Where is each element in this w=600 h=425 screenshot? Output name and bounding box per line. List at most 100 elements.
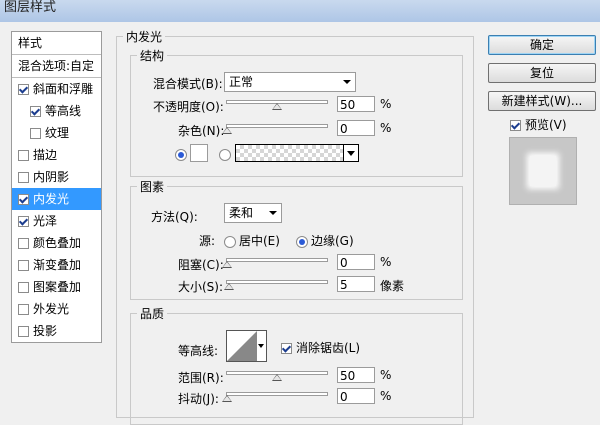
style-list-item-label: 纹理 — [45, 126, 70, 140]
noise-slider-thumb[interactable] — [222, 127, 232, 134]
opacity-percent: % — [380, 97, 392, 111]
jitter-slider-thumb[interactable] — [222, 395, 232, 402]
quality-title: 品质 — [137, 305, 168, 322]
choke-slider[interactable] — [222, 258, 328, 268]
noise-slider[interactable] — [222, 124, 328, 134]
antialias-label: 消除锯齿(L) — [296, 341, 361, 355]
style-list-item-label: 光泽 — [33, 214, 58, 228]
method-label: 方法(Q): — [151, 210, 198, 224]
style-list-item[interactable]: 光泽 — [12, 210, 101, 232]
color-radio[interactable] — [175, 149, 187, 161]
glow-color-swatch[interactable] — [190, 144, 208, 162]
contour-label: 等高线: — [178, 344, 219, 358]
chevron-down-icon — [258, 344, 264, 348]
style-list-item-label: 等高线 — [45, 104, 82, 118]
preview-option[interactable]: 预览(V) — [510, 116, 567, 133]
chevron-down-icon — [347, 151, 355, 156]
size-label: 大小(S): — [178, 280, 224, 294]
style-checkbox[interactable] — [18, 282, 29, 293]
source-center-radio[interactable] — [224, 235, 236, 248]
style-list-item[interactable]: 外发光 — [12, 298, 101, 320]
panel-title: 内发光 — [123, 28, 166, 45]
style-list-item[interactable]: 描边 — [12, 144, 101, 166]
new-style-button[interactable]: 新建样式(W)... — [488, 91, 596, 111]
style-list-item[interactable]: 颜色叠加 — [12, 232, 101, 254]
style-list-header[interactable]: 样式 — [12, 32, 101, 55]
noise-input[interactable]: 0 — [337, 120, 375, 136]
size-slider[interactable] — [224, 280, 328, 290]
style-checkbox[interactable] — [18, 84, 29, 95]
style-list: 样式 混合选项:自定 斜面和浮雕等高线纹理描边内阴影内发光光泽颜色叠加渐变叠加图… — [11, 31, 102, 343]
size-unit: 像素 — [380, 279, 405, 293]
range-slider-thumb[interactable] — [272, 374, 282, 381]
style-checkbox[interactable] — [18, 216, 29, 227]
style-checkbox[interactable] — [18, 150, 29, 161]
preview-shape — [530, 156, 556, 186]
ok-button[interactable]: 确定 — [488, 35, 596, 55]
jitter-label: 抖动(J): — [178, 392, 219, 406]
source-edge-label: 边缘(G) — [311, 234, 354, 248]
source-label: 源: — [199, 234, 216, 248]
style-checkbox[interactable] — [18, 172, 29, 183]
contour-icon — [227, 331, 257, 361]
choke-slider-thumb[interactable] — [222, 261, 232, 268]
opacity-slider-thumb[interactable] — [272, 103, 282, 110]
blend-mode-select[interactable]: 正常 — [224, 72, 356, 92]
opacity-label: 不透明度(O): — [153, 100, 224, 114]
style-checkbox[interactable] — [18, 304, 29, 315]
style-list-item[interactable]: 投影 — [12, 320, 101, 342]
source-edge-option[interactable]: 边缘(G) — [296, 232, 354, 249]
chevron-down-icon — [343, 80, 351, 84]
size-slider-thumb[interactable] — [224, 283, 234, 290]
gradient-radio[interactable] — [219, 149, 231, 161]
style-list-blend-options[interactable]: 混合选项:自定 — [12, 55, 101, 78]
style-list-item[interactable]: 内阴影 — [12, 166, 101, 188]
elements-title: 图素 — [137, 178, 168, 195]
choke-percent: % — [380, 255, 392, 269]
jitter-input[interactable]: 0 — [337, 388, 375, 404]
title-bar[interactable]: 图层样式 — [0, 0, 600, 22]
choke-input[interactable]: 0 — [337, 254, 375, 270]
style-list-item-label: 颜色叠加 — [33, 236, 82, 250]
range-input[interactable]: 50 — [337, 367, 375, 383]
range-slider[interactable] — [226, 371, 328, 381]
opacity-slider[interactable] — [226, 100, 328, 110]
reset-button[interactable]: 复位 — [488, 63, 596, 83]
style-checkbox[interactable] — [30, 128, 41, 139]
source-center-option[interactable]: 居中(E) — [224, 232, 280, 249]
blend-options-label: 混合选项:自定 — [18, 59, 95, 73]
style-list-item[interactable]: 等高线 — [12, 100, 101, 122]
style-checkbox[interactable] — [30, 106, 41, 117]
antialias-option[interactable]: 消除锯齿(L) — [281, 339, 360, 356]
style-list-item[interactable]: 斜面和浮雕 — [12, 78, 101, 100]
antialias-checkbox[interactable] — [281, 343, 292, 354]
method-select[interactable]: 柔和 — [224, 203, 282, 223]
style-checkbox[interactable] — [18, 238, 29, 249]
style-list-item-label: 斜面和浮雕 — [33, 82, 94, 96]
source-center-label: 居中(E) — [239, 234, 280, 248]
range-percent: % — [380, 368, 392, 382]
style-list-item-label: 外发光 — [33, 302, 70, 316]
style-preview-thumbnail — [509, 137, 577, 205]
style-list-item[interactable]: 纹理 — [12, 122, 101, 144]
style-list-item[interactable]: 图案叠加 — [12, 276, 101, 298]
structure-group: 结构 混合模式(B): 正常 不透明度(O): 50 % 杂色(N): 0 % — [130, 47, 463, 177]
style-list-item-label: 内阴影 — [33, 170, 70, 184]
gradient-picker[interactable] — [235, 144, 359, 162]
preview-checkbox[interactable] — [510, 120, 521, 131]
style-list-item[interactable]: 内发光 — [12, 188, 101, 210]
style-items: 斜面和浮雕等高线纹理描边内阴影内发光光泽颜色叠加渐变叠加 图案叠加外发光投影 — [12, 78, 101, 342]
style-list-item[interactable]: 渐变叠加 — [12, 254, 101, 276]
contour-picker[interactable] — [226, 330, 258, 362]
contour-dropdown[interactable] — [257, 330, 267, 362]
range-label: 范围(R): — [178, 371, 224, 385]
style-checkbox[interactable] — [18, 260, 29, 271]
source-edge-radio[interactable] — [296, 235, 308, 248]
choke-label: 阻塞(C): — [178, 258, 224, 272]
style-checkbox[interactable] — [18, 326, 29, 337]
gradient-dropdown[interactable] — [343, 145, 358, 161]
jitter-slider[interactable] — [222, 392, 328, 402]
opacity-input[interactable]: 50 — [337, 96, 375, 112]
style-checkbox[interactable] — [18, 194, 29, 205]
size-input[interactable]: 5 — [337, 276, 375, 292]
